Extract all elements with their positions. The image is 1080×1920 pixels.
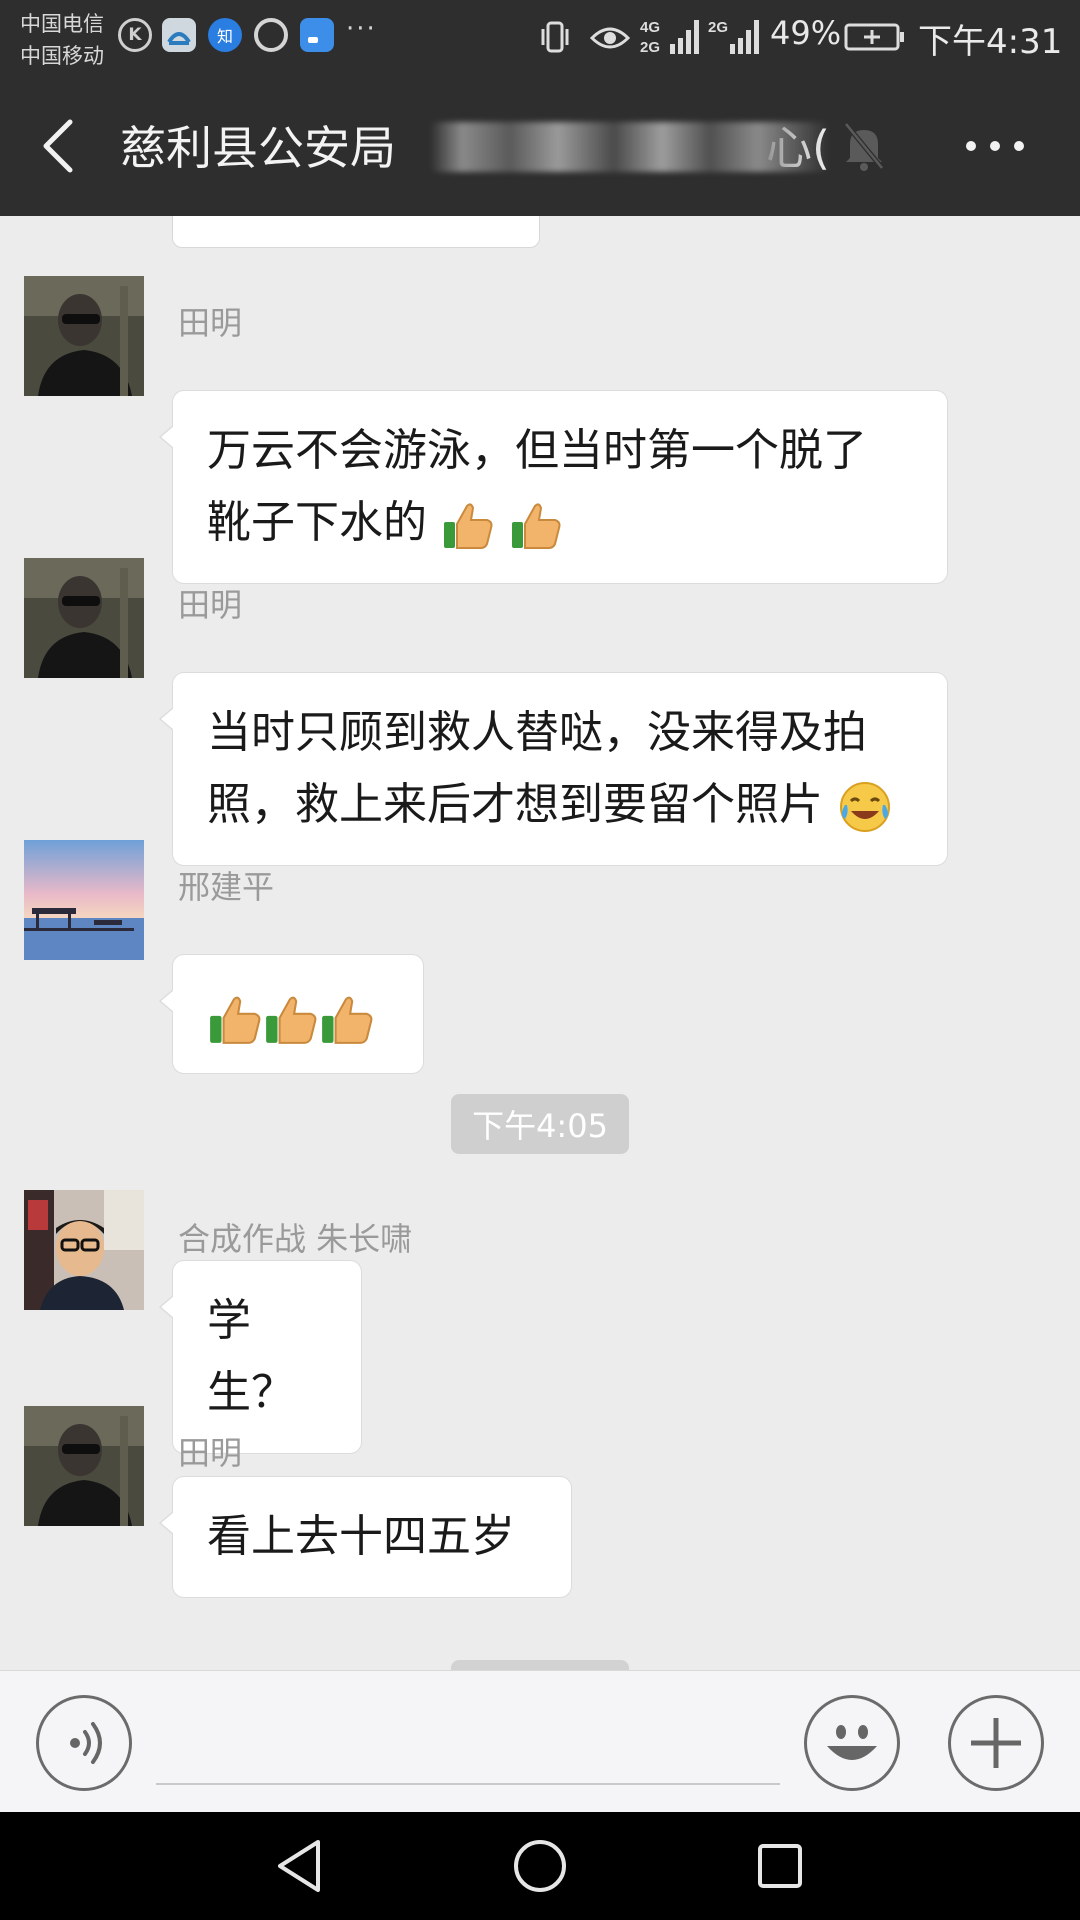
- title-redaction-blur: [430, 122, 830, 172]
- chat-header: 慈利县公安局心(: [0, 76, 1080, 216]
- avatar-tianming[interactable]: [24, 1406, 144, 1526]
- message-text-line: 万云不会游泳，但当时第一个脱了: [207, 425, 867, 476]
- thumbs-up-icon: [322, 996, 373, 1044]
- laugh-cry-emoji-icon: [840, 782, 890, 832]
- message-input[interactable]: [156, 1701, 780, 1785]
- more-notifications-icon: ···: [346, 14, 377, 44]
- chat-title-text: 慈利县公安局: [120, 121, 396, 175]
- battery-percent: 49%: [770, 14, 842, 52]
- sender-name: 田明: [178, 1434, 243, 1472]
- voice-button[interactable]: [36, 1695, 132, 1791]
- wechat-group-chat-screen: 中国电信 中国移动 K 知 ··· 4G 2G 2G 49% 下午4:31 慈利…: [0, 0, 1080, 1920]
- svg-text:2G: 2G: [640, 39, 660, 56]
- clock-time: 下午4:31: [918, 22, 1063, 62]
- avatar-zhuchangxiao[interactable]: [24, 1190, 144, 1310]
- previous-message-bubble: [172, 216, 540, 248]
- news-app-icon: [162, 18, 196, 52]
- mute-bell-icon: [844, 122, 884, 171]
- sender-name: 合成作战 朱长啸: [178, 1220, 413, 1258]
- message-text: 照，救上来后才想到要留个照片: [207, 779, 823, 830]
- time-divider: 下午4:05: [451, 1094, 629, 1154]
- input-bar: [0, 1670, 1080, 1812]
- thumbs-up-icon: [266, 996, 317, 1044]
- message-bubble[interactable]: [159, 954, 424, 1074]
- message-bubble[interactable]: 学生？: [159, 1260, 362, 1454]
- nav-back-triangle-icon[interactable]: [268, 1834, 332, 1898]
- signal-4g-icon: 4G 2G: [640, 19, 699, 56]
- nav-home-circle-icon[interactable]: [508, 1834, 572, 1898]
- message-bubble[interactable]: 看上去十四五岁: [159, 1476, 572, 1598]
- carrier-label-1: 中国电信: [20, 12, 104, 36]
- thumbs-up-icon: [444, 503, 493, 549]
- signal-2g-icon: 2G: [708, 19, 759, 54]
- back-arrow-icon[interactable]: [30, 114, 86, 178]
- thumbs-up-icon: [210, 996, 261, 1044]
- message-text-line-2: 靴子下水的: [207, 487, 913, 559]
- plus-icon: [971, 1718, 1021, 1768]
- avatar-xingjianping[interactable]: [24, 840, 144, 960]
- avatar-tianming[interactable]: [24, 558, 144, 678]
- avatar-tianming[interactable]: [24, 276, 144, 396]
- message-text-line: 当时只顾到救人替哒，没来得及拍: [207, 707, 867, 758]
- thumbs-up-icon: [512, 503, 561, 549]
- emoji-button[interactable]: [804, 1695, 900, 1791]
- message-list[interactable]: 田明 万云不会游泳，但当时第一个脱了 靴子下水的 田明 当时只顾到救人替哒，没来…: [0, 216, 1080, 1670]
- eye-icon: [590, 27, 630, 49]
- status-bar: 中国电信 中国移动 K 知 ··· 4G 2G 2G 49% 下午4:31: [0, 0, 1080, 76]
- sender-name: 田明: [178, 304, 243, 342]
- more-dots-icon[interactable]: [960, 126, 1030, 166]
- message-bubble[interactable]: 当时只顾到救人替哒，没来得及拍 照，救上来后才想到要留个照片: [159, 672, 948, 866]
- svg-text:2G: 2G: [708, 19, 728, 36]
- sender-name: 田明: [178, 586, 243, 624]
- plus-button[interactable]: [948, 1695, 1044, 1791]
- q-app-icon: [254, 18, 288, 52]
- message-text: 靴子下水的: [207, 497, 427, 548]
- carrier-label-2: 中国移动: [20, 44, 104, 68]
- emoji-face-icon: [827, 1725, 877, 1760]
- message-text: 学生？: [207, 1295, 295, 1418]
- zhihu-icon: 知: [208, 18, 242, 52]
- nav-recents-square-icon[interactable]: [748, 1834, 812, 1898]
- svg-text:4G: 4G: [640, 19, 660, 36]
- vibrate-icon: [541, 21, 569, 53]
- system-navigation-bar: [0, 1812, 1080, 1920]
- k-app-icon: K: [118, 18, 152, 52]
- message-text-line-2: 照，救上来后才想到要留个照片: [207, 769, 913, 841]
- message-bubble[interactable]: 万云不会游泳，但当时第一个脱了 靴子下水的: [159, 390, 948, 584]
- battery-charging-icon: [844, 23, 904, 51]
- voice-icon: [70, 1722, 102, 1764]
- next-time-divider-partial: [451, 1660, 629, 1670]
- message-text: 看上去十四五岁: [207, 1511, 515, 1562]
- sender-name: 邢建平: [178, 868, 275, 906]
- app-square-icon: [300, 18, 334, 52]
